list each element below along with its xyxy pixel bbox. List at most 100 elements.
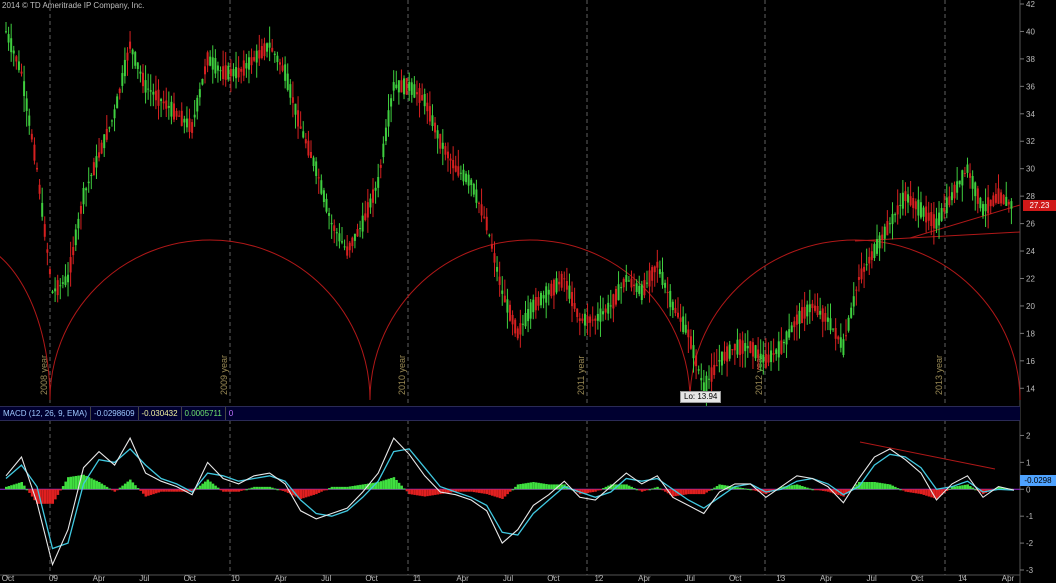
candle-body [969, 173, 972, 178]
candle-body [100, 142, 103, 154]
macd-hist-bar [736, 487, 739, 490]
macd-hist-bar [214, 485, 217, 490]
macd-hist-bar [953, 486, 957, 490]
candle-body [154, 90, 157, 101]
macd-hist-bar [547, 484, 551, 490]
last-price-flag: 27.23 [1023, 200, 1056, 211]
macd-hist-bar [405, 489, 409, 492]
candle-body [764, 353, 767, 368]
candle-body [726, 346, 729, 362]
candle-body [989, 199, 992, 207]
candle-body [291, 97, 294, 103]
candle-body [617, 284, 620, 301]
candle-body [384, 127, 387, 142]
macd-hist-bar [224, 489, 228, 492]
candle-body [162, 101, 165, 104]
candle-body [653, 266, 656, 273]
candle-body [945, 197, 948, 214]
candle-body [901, 192, 904, 209]
candle-body [953, 184, 956, 199]
candle-body [501, 290, 504, 294]
macd-hist-bar [64, 481, 67, 490]
candle-body [343, 246, 346, 248]
macd-hist-bar [387, 478, 391, 490]
macd-hist-bar [139, 489, 142, 491]
macd-hist-bar [121, 485, 124, 490]
macd-hist-bar [227, 489, 230, 492]
candle-body [498, 276, 501, 285]
price-tick-label: 26 [1026, 220, 1035, 229]
candle-body [782, 341, 785, 344]
candle-body [940, 208, 943, 221]
candle-body [943, 208, 946, 212]
macd-hist-bar [909, 489, 913, 493]
macd-hist-bar [700, 489, 703, 495]
candle-body [108, 127, 111, 129]
macd-hist-bar [876, 482, 879, 490]
macd-hist-bar [235, 489, 238, 492]
candle-body [426, 102, 429, 112]
macd-hist-bar [237, 489, 241, 492]
macd-hist-bar [958, 485, 962, 490]
candle-body [622, 278, 625, 288]
candle-body [633, 284, 636, 287]
candle-body [129, 41, 132, 49]
candle-body [214, 58, 217, 74]
macd-hist-bar [253, 486, 256, 490]
candle-body [806, 304, 809, 317]
macd-hist-bar [110, 489, 114, 491]
candle-body [320, 180, 323, 194]
macd-hist-bar [687, 489, 690, 495]
macd-hist-bar [586, 489, 590, 493]
macd-hist-bar [692, 489, 696, 495]
candle-body [819, 310, 822, 315]
candle-body [811, 303, 814, 309]
macd-hist-bar [488, 489, 491, 495]
candle-body [118, 88, 121, 93]
macd-hist-bar [165, 489, 168, 492]
candle-body [198, 89, 201, 98]
candle-body [483, 216, 486, 218]
candle-body [521, 323, 524, 325]
candle-body [273, 53, 276, 55]
macd-hist-bar [806, 487, 809, 490]
candle-body [235, 67, 238, 79]
candle-body [361, 215, 364, 232]
price-chart[interactable]: 2008 year 2009 year 2010 year 2011 year 2012… [0, 0, 1056, 583]
macd-hist-bar [710, 489, 714, 491]
macd-hist-bar [48, 489, 52, 504]
macd-hist-bar [74, 475, 78, 490]
macd-hist-bar [403, 488, 406, 490]
macd-hist-bar [826, 489, 830, 492]
candle-body [992, 195, 995, 206]
candle-body [930, 212, 933, 227]
macd-hist-bar [811, 489, 814, 491]
candle-body [834, 327, 837, 339]
candle-body [519, 323, 522, 335]
candle-body [103, 134, 106, 149]
candle-body [268, 42, 271, 48]
candle-body [366, 202, 369, 218]
candle-body [749, 341, 752, 353]
candle-body [950, 192, 953, 201]
price-tick-label: 38 [1026, 55, 1035, 64]
candle-body [509, 304, 511, 321]
candle-body [470, 179, 473, 186]
candle-body [178, 115, 181, 117]
macd-hist-bar [702, 489, 706, 495]
macd-hist-bar [477, 489, 481, 493]
candle-body [449, 158, 452, 161]
candle-body [136, 62, 139, 69]
candle-body [98, 152, 101, 158]
candle-body [625, 275, 628, 282]
macd-hist-bar [961, 485, 964, 490]
x-tick-label: Apr [1002, 574, 1015, 583]
candle-body [152, 91, 155, 95]
macd-hist-bar [801, 486, 804, 490]
candle-body [705, 375, 708, 392]
macd-hist-bar [335, 486, 339, 490]
candle-body [599, 308, 602, 322]
candle-body [914, 201, 917, 210]
candle-body [364, 213, 367, 221]
macd-hist-bar [863, 482, 866, 490]
